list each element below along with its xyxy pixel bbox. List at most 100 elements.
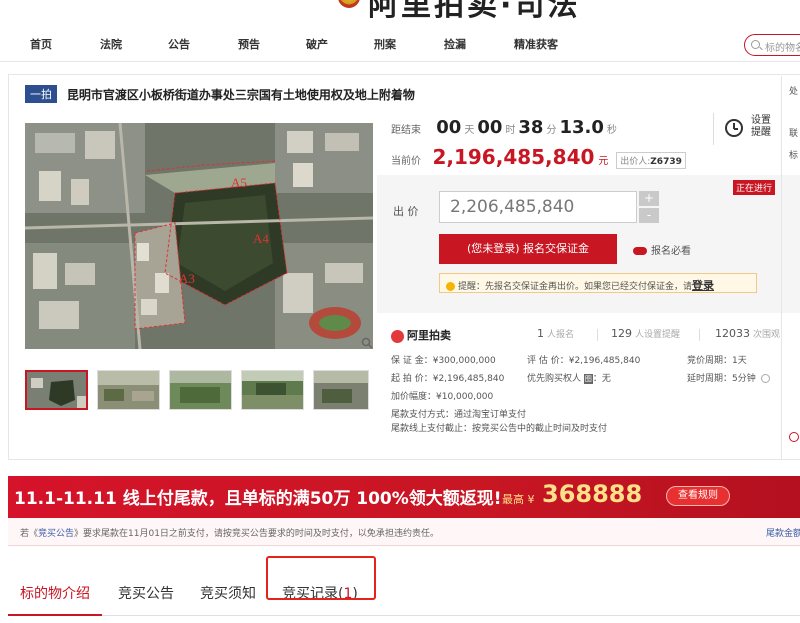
- auction-announcement-link[interactable]: 竞买公告: [38, 529, 74, 539]
- reminder-count-label: 人设置提醒: [635, 330, 681, 340]
- detail-tabs: 标的物介绍 竞买公告 竞买须知 竞买记录(1): [8, 556, 800, 616]
- promo-text: 11.1-11.11 线上付尾款，且单标的满50万 100%领大额返现!: [14, 489, 502, 509]
- nav-item-announcement[interactable]: 公告: [168, 36, 190, 52]
- thumbnail-1[interactable]: [25, 370, 88, 410]
- countdown-days-unit: 天: [464, 125, 475, 136]
- aerial-map-image: A5 A4 A3: [25, 123, 373, 349]
- countdown-minutes-unit: 分: [546, 125, 557, 136]
- nav-item-bankruptcy[interactable]: 破产: [306, 36, 328, 52]
- must-read-label: 报名必看: [651, 246, 691, 257]
- priority-buyer-tag: 图: [583, 374, 593, 384]
- court-emblem-icon: [338, 0, 360, 8]
- nav-item-bargain[interactable]: 捡漏: [444, 36, 466, 52]
- notice-text: 》要求尾款在11月01日之前支付，请按竞买公告要求的时间及时支付，以免承担违约责…: [74, 529, 439, 539]
- notice-prefix: 若《: [20, 529, 39, 539]
- active-tab-indicator: [8, 614, 102, 616]
- priority-buyer-label: 优先购买权人: [527, 374, 582, 384]
- right-panel-label-3: 标: [789, 151, 799, 161]
- login-link[interactable]: 登录: [692, 279, 714, 292]
- delay-period-text: 延时周期：5分钟: [687, 374, 756, 384]
- tab-auction-announcement[interactable]: 竞买公告: [118, 583, 174, 603]
- bidder-tag: 出价人:Z6739: [616, 152, 686, 169]
- tab-auction-instructions[interactable]: 竞买须知: [200, 583, 256, 603]
- thumbnail-2[interactable]: [97, 370, 160, 410]
- status-badge: 正在进行: [733, 180, 776, 195]
- countdown-minutes: 38: [518, 117, 544, 138]
- stats-divider: [699, 329, 700, 341]
- lot-main-image[interactable]: A5 A4 A3: [25, 123, 373, 349]
- lightbulb-icon: [446, 282, 455, 291]
- view-rules-button[interactable]: 查看规则: [666, 486, 730, 506]
- bid-amount-input[interactable]: 2,206,485,840: [439, 191, 637, 223]
- starting-price: 起 拍 价：¥2,196,485,840: [391, 374, 505, 384]
- auction-round-badge: 一拍: [25, 85, 57, 103]
- right-side-panel: 处 联 标: [781, 76, 800, 460]
- thumbnail-4[interactable]: [241, 370, 304, 410]
- stats-row: 阿里拍卖 1 人报名 129 人设置提醒 12033 次围观: [391, 327, 800, 347]
- map-label-a3: A3: [179, 271, 195, 286]
- reminder-label-line-1: 设置: [751, 115, 771, 126]
- alarm-clock-icon: [725, 119, 743, 137]
- help-icon[interactable]: [760, 374, 770, 383]
- bid-label: 出 价: [393, 205, 419, 218]
- promo-amount: 368888: [542, 480, 643, 508]
- view-count-label: 次围观: [753, 330, 781, 340]
- nav-item-preview[interactable]: 预告: [238, 36, 260, 52]
- ali-auction-logo-icon: [391, 329, 404, 343]
- thumbnail-5[interactable]: [313, 370, 369, 410]
- nav-item-criminal[interactable]: 刑案: [374, 36, 396, 52]
- countdown-days: 00: [436, 117, 462, 138]
- current-price-label: 当前价: [391, 156, 421, 167]
- countdown-seconds-unit: 秒: [606, 125, 617, 136]
- current-price-row: 当前价 2,196,485,840 元 出价人:Z6739: [391, 145, 686, 169]
- current-price: 2,196,485,840: [432, 145, 595, 169]
- increase-bid-button[interactable]: +: [639, 191, 659, 206]
- view-count: 12033 次围观: [715, 327, 780, 340]
- top-banner: 阿里拍卖·司法: [0, 0, 800, 28]
- site-logo-text[interactable]: 阿里拍卖·司法: [368, 0, 580, 24]
- signup-deposit-button[interactable]: (您未登录) 报名交保证金: [439, 234, 617, 264]
- countdown-label: 距结束: [391, 125, 421, 136]
- highlight-box: [266, 556, 376, 600]
- set-reminder-button[interactable]: 设置 提醒: [713, 111, 785, 147]
- brand-label: 阿里拍卖: [391, 327, 451, 343]
- map-label-a4: A4: [253, 231, 269, 246]
- countdown-hours: 00: [477, 117, 503, 138]
- search-icon: [751, 40, 760, 49]
- nav-item-court[interactable]: 法院: [100, 36, 122, 52]
- deposit: 保 证 金：¥300,000,000: [391, 356, 496, 366]
- reminder-count-value: 129: [611, 327, 632, 340]
- main-nav: 首页 法院 公告 预告 破产 刑案 捡漏 精准获客 标的物名: [0, 28, 800, 62]
- signup-count-label: 人报名: [547, 330, 575, 340]
- bid-stepper: + -: [639, 191, 659, 223]
- nav-item-precise-leads[interactable]: 精准获客: [514, 36, 558, 52]
- delay-period: 延时周期：5分钟: [687, 371, 770, 384]
- bidder-id: Z6739: [650, 157, 682, 167]
- bid-increment: 加价幅度：¥10,000,000: [391, 392, 494, 402]
- reminder-count: 129 人设置提醒: [611, 327, 680, 340]
- lot-card: 一拍 昆明市官渡区小板桥街道办事处三宗国有土地使用权及地上附着物 A5 A4 A…: [8, 74, 800, 460]
- priority-buyer: 优先购买权人 图：无: [527, 371, 611, 384]
- bidder-label: 出价人:: [620, 157, 651, 167]
- tip-text: 提醒：先报名交保证金再出价。如果您已经交付保证金，请: [458, 282, 693, 292]
- right-panel-border: [781, 76, 782, 460]
- final-payment-link[interactable]: 尾款金额: [766, 526, 800, 539]
- right-panel-label-1: 处: [789, 87, 799, 97]
- countdown: 距结束 00 天 00 时 38 分 13.0 秒: [391, 117, 620, 138]
- must-read-link[interactable]: 报名必看: [633, 242, 691, 257]
- zoom-icon[interactable]: [361, 337, 373, 349]
- appraisal-price: 评 估 价：¥2,196,485,840: [527, 356, 641, 366]
- thumbnail-strip: [25, 370, 375, 414]
- decrease-bid-button[interactable]: -: [639, 208, 659, 223]
- search-input[interactable]: 标的物名: [744, 34, 800, 56]
- coins-icon: [633, 247, 647, 255]
- tab-lot-intro[interactable]: 标的物介绍: [20, 583, 90, 603]
- promo-banner[interactable]: 11.1-11.11 线上付尾款，且单标的满50万 100%领大额返现! 最高 …: [8, 476, 800, 518]
- login-tip: 提醒：先报名交保证金再出价。如果您已经交付保证金，请登录: [439, 273, 757, 293]
- nav-item-home[interactable]: 首页: [30, 36, 52, 52]
- person-icon[interactable]: [789, 432, 799, 442]
- bidding-period: 竞价周期：1天: [687, 356, 747, 366]
- promo-max-label: 最高 ¥: [502, 493, 535, 506]
- thumbnail-3[interactable]: [169, 370, 232, 410]
- signup-count-value: 1: [537, 327, 544, 340]
